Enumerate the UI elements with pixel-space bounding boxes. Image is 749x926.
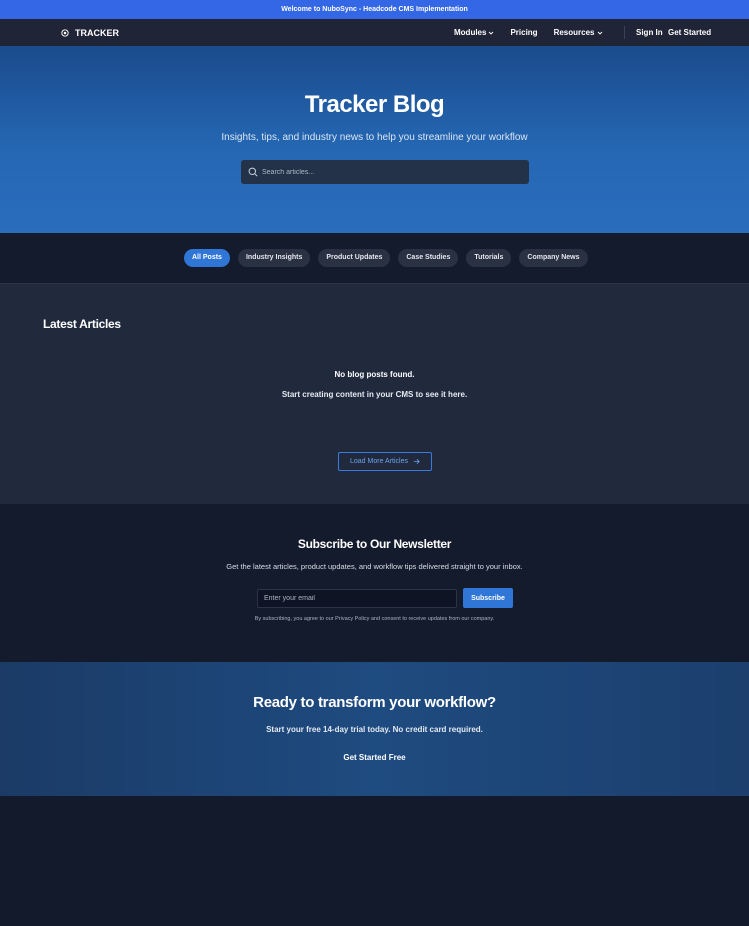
cta-subtitle: Start your free 14-day trial today. No c… xyxy=(266,725,483,734)
newsletter-title: Subscribe to Our Newsletter xyxy=(297,537,452,551)
top-nav: TRACKER Modules Pricing Resources Sign I… xyxy=(0,19,749,46)
nav-links: Modules Pricing Resources xyxy=(454,19,619,46)
page-footer-area xyxy=(0,796,749,926)
sign-in-link[interactable]: Sign In xyxy=(636,19,663,46)
subscribe-button[interactable]: Subscribe xyxy=(463,588,513,608)
get-started-free-button[interactable]: Get Started Free xyxy=(343,753,405,762)
hero: Tracker Blog Insights, tips, and industr… xyxy=(0,46,749,233)
filter-all-posts[interactable]: All Posts xyxy=(184,249,230,267)
filter-product-updates[interactable]: Product Updates xyxy=(318,249,391,267)
filter-tutorials[interactable]: Tutorials xyxy=(466,249,512,267)
nav-item-label: Resources xyxy=(553,28,595,37)
empty-state-title: No blog posts found. xyxy=(334,370,415,379)
chevron-down-icon xyxy=(489,31,494,35)
nav-item-modules[interactable]: Modules xyxy=(454,28,494,37)
newsletter-section: Subscribe to Our Newsletter Get the late… xyxy=(0,504,749,662)
filter-case-studies[interactable]: Case Studies xyxy=(398,249,459,267)
logo[interactable]: TRACKER xyxy=(61,19,119,46)
search-icon xyxy=(248,167,258,177)
nav-item-pricing[interactable]: Pricing xyxy=(510,28,537,37)
search-box[interactable] xyxy=(241,160,529,184)
filter-industry-insights[interactable]: Industry Insights xyxy=(237,249,311,267)
get-started-link[interactable]: Get Started xyxy=(668,19,711,46)
newsletter-subtitle: Get the latest articles, product updates… xyxy=(226,562,523,571)
hero-subtitle: Insights, tips, and industry news to hel… xyxy=(221,132,528,143)
category-filters: All Posts Industry Insights Product Upda… xyxy=(0,233,749,284)
nav-item-resources[interactable]: Resources xyxy=(554,28,603,37)
latest-articles-section: Latest Articles No blog posts found. Sta… xyxy=(0,284,749,504)
cta-title: Ready to transform your workflow? xyxy=(253,694,496,711)
load-more-label: Load More Articles xyxy=(350,458,408,465)
chevron-down-icon xyxy=(597,31,602,35)
logo-text: TRACKER xyxy=(75,27,119,38)
empty-state-message: Start creating content in your CMS to se… xyxy=(281,390,468,399)
newsletter-disclaimer: By subscribing, you agree to our Privacy… xyxy=(254,616,495,622)
section-title: Latest Articles xyxy=(43,317,121,331)
load-more-button[interactable]: Load More Articles xyxy=(338,452,432,471)
email-field[interactable] xyxy=(257,589,457,608)
page-title: Tracker Blog xyxy=(304,91,445,118)
cta-section: Ready to transform your workflow? Start … xyxy=(0,662,749,796)
arrow-right-icon xyxy=(413,459,420,464)
nav-divider xyxy=(624,26,625,39)
logo-icon xyxy=(61,28,69,37)
search-input[interactable] xyxy=(262,168,522,176)
filter-company-news[interactable]: Company News xyxy=(519,249,588,267)
nav-item-label: Modules xyxy=(454,28,487,37)
announcement-bar: Welcome to NuboSync - Headcode CMS Imple… xyxy=(0,0,749,19)
nav-item-label: Pricing xyxy=(510,28,538,37)
